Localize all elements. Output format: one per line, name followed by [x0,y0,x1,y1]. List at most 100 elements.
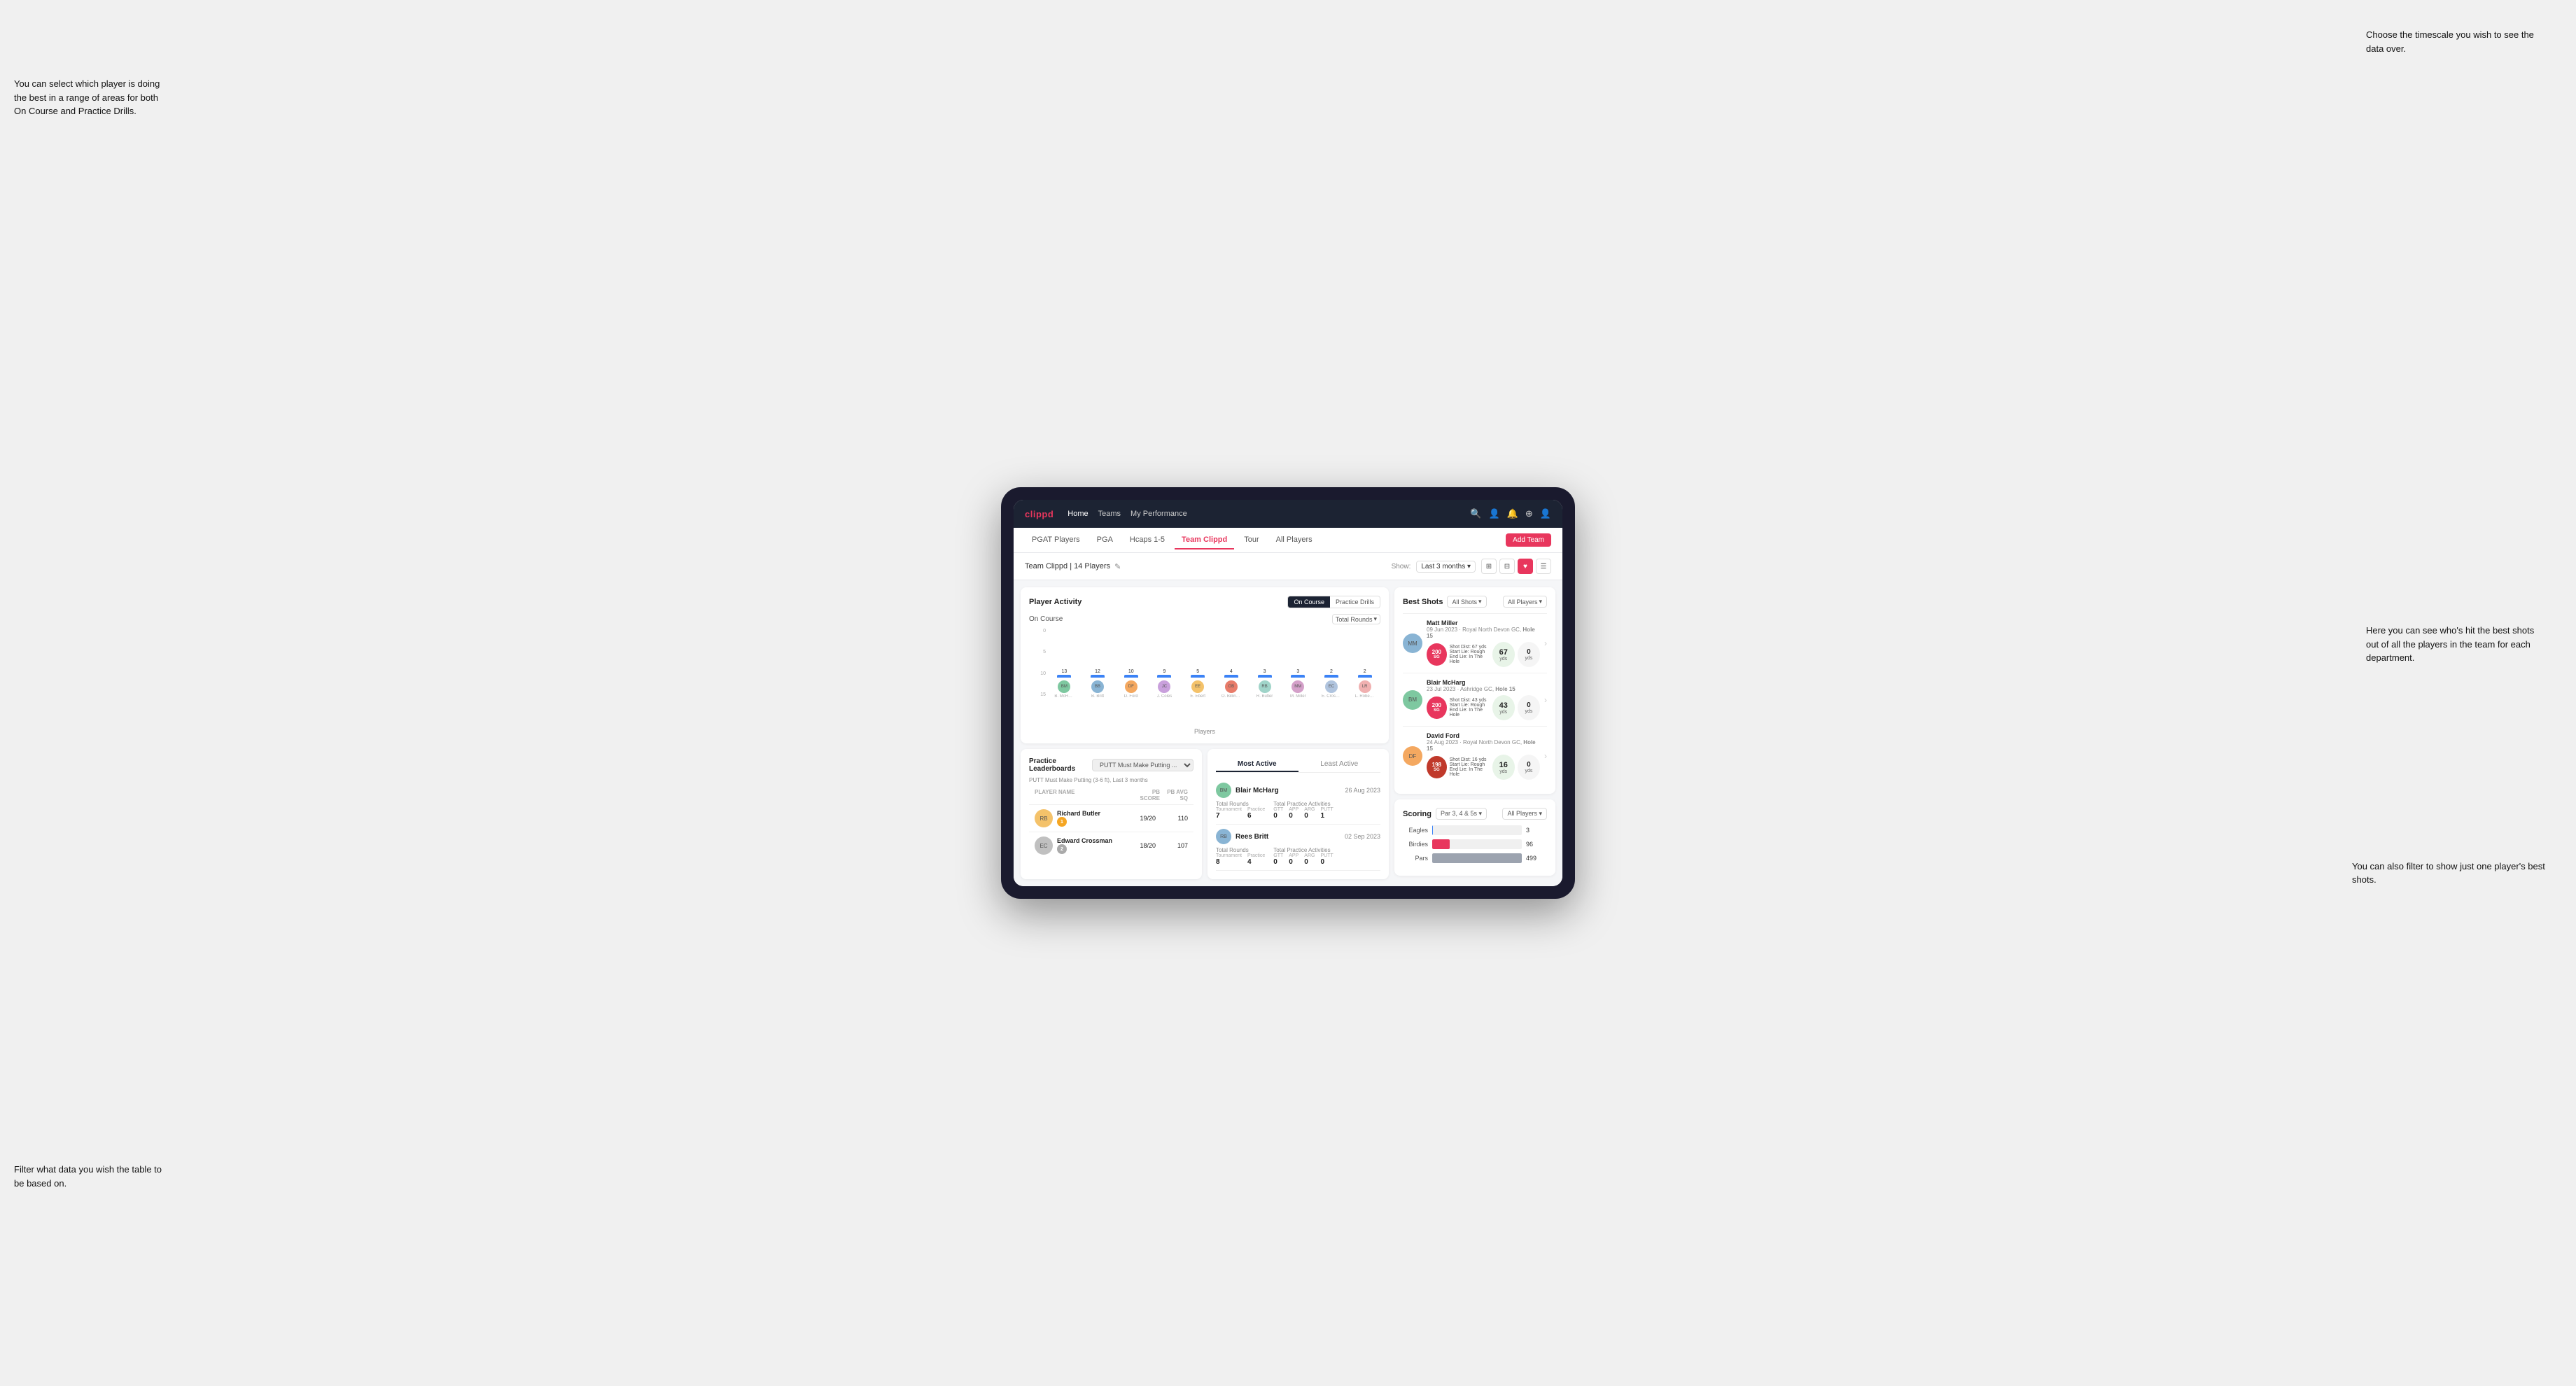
tab-all-players[interactable]: All Players [1269,531,1320,550]
x-axis-label-3: J. Coles [1157,694,1172,699]
nav-bar: clippd Home Teams My Performance 🔍 👤 🔔 ⊕… [1014,500,1562,528]
bar-avatar-5: OB [1225,680,1238,693]
x-axis-label-8: E. Crossman [1322,694,1341,699]
heart-view-icon[interactable]: ♥ [1518,559,1533,574]
nav-link-performance[interactable]: My Performance [1130,510,1187,518]
bar-avatar-0: BM [1058,680,1070,693]
active-stat-rounds-2: Total Rounds Tournament 8 Practice [1216,847,1265,866]
list-view-icon[interactable]: ☰ [1536,559,1551,574]
bar-highlight-8 [1324,675,1338,678]
lb-score-2: 18/20 [1128,842,1156,849]
nav-logo: clippd [1025,509,1054,519]
bar-1 [1091,675,1105,678]
scoring-row-pars: Pars 499 [1403,853,1547,863]
lb-score-1: 19/20 [1128,815,1156,822]
scoring-row-eagles: Eagles 3 [1403,825,1547,835]
team-header: Team Clippd | 14 Players ✎ Show: Last 3 … [1014,553,1562,580]
most-active-card: Most Active Least Active BM Blair McHarg… [1208,749,1389,879]
bar-avatar-1: BB [1091,680,1104,693]
lb-player-name-2: Edward Crossman [1057,837,1124,844]
nav-link-teams[interactable]: Teams [1098,510,1121,518]
tournament-label-1: Tournament [1216,807,1242,812]
grid2-view-icon[interactable]: ⊟ [1499,559,1515,574]
edit-icon[interactable]: ✎ [1114,562,1121,571]
x-axis-label-5: O. Billingham [1222,694,1241,699]
lb-row-1[interactable]: RB Richard Butler 1 19/20 110 [1029,804,1194,832]
players-filter[interactable]: All Players ▾ [1503,596,1547,608]
most-active-tab[interactable]: Most Active [1216,757,1298,772]
shot-dist-zero-3: 0 yds [1518,755,1540,780]
bar-value-8: 2 [1330,669,1333,674]
bar-group-3: 9 JC J. Coles [1149,669,1180,699]
shot-badge-2: 200SG [1427,696,1447,719]
time-select[interactable]: Last 3 months ▾ [1416,561,1476,573]
bar-group-5: 4 OB O. Billingham [1216,669,1247,699]
tab-pga[interactable]: PGA [1090,531,1120,550]
shot-distance-2: 43 yds [1492,695,1515,720]
bar-value-5: 4 [1230,669,1233,674]
scoring-val-birdies: 96 [1526,841,1547,848]
active-player-header-1: BM Blair McHarg 26 Aug 2023 [1216,783,1380,798]
chart-sub-header: On Course Total Rounds ▾ [1029,614,1380,624]
sub-nav: PGAT Players PGA Hcaps 1-5 Team Clippd T… [1014,528,1562,553]
user-avatar-icon[interactable]: 👤 [1540,508,1551,519]
tab-hcaps[interactable]: Hcaps 1-5 [1123,531,1172,550]
scoring-par-filter[interactable]: Par 3, 4 & 5s ▾ [1436,808,1487,820]
bar-group-6: 3 RB R. Butler [1249,669,1280,699]
shot-row-2[interactable]: BM Blair McHarg 23 Jul 2023 · Ashridge G… [1403,673,1547,726]
arg-val-2: 0 [1304,858,1315,866]
annotation-timescale: Choose the timescale you wish to see the… [2366,28,2534,55]
bell-icon[interactable]: 🔔 [1507,508,1518,519]
person-icon[interactable]: 👤 [1489,508,1500,519]
shot-location-2: 23 Jul 2023 · Ashridge GC, Hole 15 [1427,686,1540,692]
leaderboard-dropdown[interactable]: PUTT Must Make Putting ... [1092,759,1194,771]
lb-player-info-1: Richard Butler 1 [1057,810,1124,827]
player-activity-card: Player Activity On Course Practice Drill… [1021,587,1389,743]
y-label-15: 15 [1029,692,1049,697]
lb-row-2[interactable]: EC Edward Crossman 2 18/20 107 [1029,832,1194,859]
tab-team-clippd[interactable]: Team Clippd [1175,531,1234,550]
tab-tour[interactable]: Tour [1237,531,1266,550]
chevron-right-icon-1: › [1544,638,1547,648]
add-team-button[interactable]: Add Team [1506,533,1551,547]
lb-rank-badge-2: 2 [1057,844,1067,854]
shot-location-3: 24 Aug 2023 · Royal North Devon GC, Hole… [1427,739,1540,752]
practice-drills-toggle[interactable]: Practice Drills [1330,596,1380,608]
bar-value-7: 3 [1296,669,1299,674]
shot-avatar-1: MM [1403,634,1422,653]
bar-5 [1224,675,1238,678]
putt-val-1: 1 [1320,812,1333,820]
active-date-1: 26 Aug 2023 [1345,787,1380,794]
bar-highlight-9 [1358,675,1372,678]
bar-value-0: 13 [1061,669,1067,674]
app-label-2: APP [1289,853,1298,858]
grid-view-icon[interactable]: ⊞ [1481,559,1497,574]
on-course-toggle[interactable]: On Course [1288,596,1330,608]
shot-details-3: 198SG Shot Dist: 16 ydsStart Lie: RoughE… [1427,755,1540,780]
scoring-card: Scoring Par 3, 4 & 5s ▾ All Players ▾ Ea… [1394,799,1555,876]
shot-player-info-2: Blair McHarg 23 Jul 2023 · Ashridge GC, … [1427,679,1540,720]
nav-link-home[interactable]: Home [1068,510,1088,518]
active-stat-subrow-2: Tournament 8 Practice 4 [1216,853,1265,866]
search-icon[interactable]: 🔍 [1470,508,1481,519]
least-active-tab[interactable]: Least Active [1298,757,1381,772]
arg-val-1: 0 [1304,812,1315,820]
y-label-0: 0 [1029,629,1049,634]
active-stat-activities-1: Total Practice Activities GTT 0 APP [1273,801,1333,820]
leaderboard-header: Practice Leaderboards PUTT Must Make Put… [1029,757,1194,773]
shot-row-3[interactable]: DF David Ford 24 Aug 2023 · Royal North … [1403,726,1547,785]
scoring-bar-fill-eagles [1432,825,1433,835]
bars-container: 13 BM B. McHarg 12 BB B. Britt 10 DF D. … [1049,629,1380,699]
bar-group-1: 12 BB B. Britt [1082,669,1114,699]
y-label-5: 5 [1029,650,1049,654]
total-rounds-dropdown[interactable]: Total Rounds ▾ [1332,614,1380,624]
shot-row-1[interactable]: MM Matt Miller 09 Jun 2023 · Royal North… [1403,613,1547,673]
lb-rank-badge-1: 1 [1057,817,1067,827]
bar-3 [1157,675,1171,678]
shots-filter[interactable]: All Shots ▾ [1447,596,1486,608]
active-player-row-1: BM Blair McHarg 26 Aug 2023 Total Rounds [1216,778,1380,825]
scoring-players-filter[interactable]: All Players ▾ [1502,808,1547,820]
bar-group-0: 13 BM B. McHarg [1049,669,1080,699]
tab-pgat-players[interactable]: PGAT Players [1025,531,1087,550]
add-circle-icon[interactable]: ⊕ [1525,508,1533,519]
